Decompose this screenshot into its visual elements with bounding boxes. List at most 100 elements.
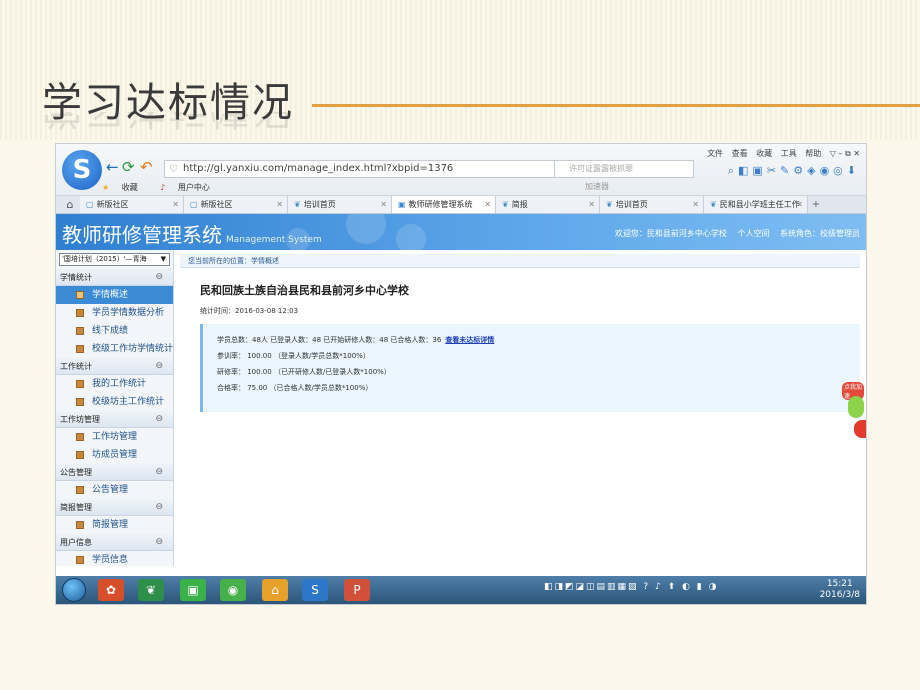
undo-icon[interactable]: ↶ [140, 158, 153, 176]
toolbar-icons[interactable]: ⌕◧▣✂✎⚙◈◉◎⬇ [728, 164, 860, 178]
close-icon[interactable]: ✕ [172, 196, 179, 213]
sidebar-item[interactable]: 公告管理 [56, 481, 173, 499]
tab-1[interactable]: ▢ 新版社区 ✕ [184, 196, 288, 213]
accelerator-label[interactable]: 加速器 [585, 179, 609, 195]
app-header: 教师研修管理系统 Management System 欢迎您：民和县前河乡中心学校… [56, 214, 866, 250]
clock-date: 2016/3/8 [819, 590, 860, 600]
sidebar-item[interactable]: 学员信息 [56, 551, 173, 566]
browser-menu: 文件 查看 收藏 工具 帮助 ▽ – ⧉ ✕ [701, 148, 860, 159]
sidebar-item[interactable]: 学员学情数据分析 [56, 304, 173, 322]
collapse-icon[interactable]: ⊖ [155, 269, 163, 286]
collapse-icon[interactable]: ⊖ [155, 534, 163, 551]
sidebar-item[interactable]: 校级工作坊学情统计 [56, 340, 173, 358]
menu-help[interactable]: 帮助 [805, 149, 821, 158]
system-tray-icons[interactable]: ◧◨◩◪◫▤▥▦▧ ? ♪ ⬆ ◐ ▮ ◑ [544, 582, 718, 592]
collapse-icon[interactable]: ⊖ [155, 464, 163, 481]
user-center-link[interactable]: ♪ 用户中心 [160, 183, 220, 192]
window-controls-icon[interactable]: ▽ – ⧉ ✕ [830, 149, 860, 158]
browser-toolbar: S ← ⟳ ↶ ♡ http://gl.yanxiu.com/manage_in… [56, 144, 866, 196]
user-info: 欢迎您：民和县前河乡中心学校 个人空间 系统角色：校级管理员 [607, 228, 860, 239]
personal-space-link[interactable]: 个人空间 [737, 229, 769, 238]
star-icon: ★ [102, 183, 110, 192]
sidebar-group[interactable]: 简报管理 ⊖ [56, 499, 173, 516]
favorites-link[interactable]: ★ 收藏 [102, 183, 148, 192]
speed-ball-icon [854, 420, 866, 438]
doc-icon [76, 398, 84, 406]
accelerator-widget[interactable]: 点我加速 [842, 382, 866, 442]
sidebar-item[interactable]: 线下成绩 [56, 322, 173, 340]
sidebar-item[interactable]: 简报管理 [56, 516, 173, 534]
tab-6[interactable]: ❦ 民和县小学班主任工作 ✕ [704, 196, 808, 213]
close-icon[interactable]: ✕ [380, 196, 387, 213]
clock[interactable]: 15:21 2016/3/8 [820, 579, 860, 601]
leaf-icon: ❦ [502, 200, 509, 209]
tab-3[interactable]: ▣ 教师研修管理系统 ✕ [392, 196, 496, 213]
shield-icon: ♡ [169, 164, 178, 175]
stat-time: 统计时间：2016-03-08 12:03 [200, 307, 299, 315]
sidebar-group[interactable]: 用户信息 ⊖ [56, 534, 173, 551]
sidebar-group[interactable]: 工作统计 ⊖ [56, 358, 173, 375]
clock-time: 15:21 [826, 579, 853, 589]
iqiyi-icon[interactable]: ▣ [180, 579, 206, 601]
doc-icon [76, 486, 84, 494]
doc-icon [76, 556, 84, 564]
close-icon[interactable]: ✕ [484, 196, 491, 213]
collapse-icon[interactable]: ⊖ [155, 411, 163, 428]
home-icon[interactable]: ⌂ [60, 196, 80, 213]
close-icon[interactable]: ✕ [692, 196, 699, 213]
leaf-icon: ❦ [606, 200, 613, 209]
browser-logo-icon[interactable]: S [62, 150, 102, 190]
close-icon[interactable]: ✕ [588, 196, 595, 213]
taskbar: ✿ ❦ ▣ ◉ ⌂ S P ◧◨◩◪◫▤▥▦▧ ? ♪ ⬆ ◐ ▮ ◑ 15:2… [56, 576, 866, 604]
url-text: http://gl.yanxiu.com/manage_index.html?x… [183, 163, 454, 174]
wifi-app-icon[interactable]: ◉ [220, 579, 246, 601]
slide-title-reflection: 学习达标情况 [42, 112, 294, 142]
new-tab-button[interactable]: + [808, 196, 824, 213]
tab-4[interactable]: ❦ 简报 ✕ [496, 196, 600, 213]
sidebar-item[interactable]: 我的工作统计 [56, 375, 173, 393]
caret-down-icon: ▼ [160, 255, 166, 263]
sidebar-group[interactable]: 公告管理 ⊖ [56, 464, 173, 481]
sidebar-group[interactable]: 学情统计 ⊖ [56, 269, 173, 286]
breadcrumb: 您当前所在的位置：学情概述 [180, 254, 860, 268]
study-rate-line: 研修率： 100.00 （已开研修人数/已登录人数*100%） [217, 368, 391, 376]
decor-bubble [346, 214, 386, 244]
menu-file[interactable]: 文件 [707, 149, 723, 158]
doc-icon [76, 309, 84, 317]
doc-icon [76, 345, 84, 353]
sidebar: '国培计划（2015）'—青海 ▼ 学情统计 ⊖ 学情概述 学员学情数据分析 线下成… [56, 250, 174, 566]
close-icon[interactable]: ✕ [796, 196, 803, 213]
tab-2[interactable]: ❦ 培训首页 ✕ [288, 196, 392, 213]
menu-favorites[interactable]: 收藏 [756, 149, 772, 158]
collapse-icon[interactable]: ⊖ [155, 358, 163, 375]
app-leaf-icon[interactable]: ❦ [138, 579, 164, 601]
refresh-icon[interactable]: ⟳ [122, 158, 135, 176]
sidebar-item[interactable]: 学情概述 [56, 286, 173, 304]
start-button[interactable] [62, 578, 86, 602]
sidebar-group[interactable]: 工作坊管理 ⊖ [56, 411, 173, 428]
app-colorful-icon[interactable]: ✿ [98, 579, 124, 601]
doc-icon [76, 433, 84, 441]
powerpoint-icon[interactable]: P [344, 579, 370, 601]
close-icon[interactable]: ✕ [276, 196, 283, 213]
leaf-icon: ❦ [710, 200, 717, 209]
tab-0[interactable]: ▢ 新版社区 ✕ [80, 196, 184, 213]
menu-view[interactable]: 查看 [732, 149, 748, 158]
search-input[interactable]: 许可证露露被抓罪 [554, 160, 694, 178]
collapse-icon[interactable]: ⊖ [155, 499, 163, 516]
school-name: 民和回族土族自治县民和县前河乡中心学校 [200, 284, 409, 297]
plan-select[interactable]: '国培计划（2015）'—青海 ▼ [59, 253, 170, 266]
page-icon: ▢ [190, 200, 198, 209]
sidebar-item[interactable]: 工作坊管理 [56, 428, 173, 446]
sidebar-item[interactable]: 坊成员管理 [56, 446, 173, 464]
home-app-icon[interactable]: ⌂ [262, 579, 288, 601]
tab-5[interactable]: ❦ 培训首页 ✕ [600, 196, 704, 213]
participation-line: 参训率： 100.00 （登录人数/学员总数*100%） [217, 352, 370, 360]
menu-tools[interactable]: 工具 [781, 149, 797, 158]
browser-app-icon[interactable]: S [302, 579, 328, 601]
back-icon[interactable]: ← [106, 158, 119, 176]
summary-line: 学员总数：48人 已登录人数：48 已开始研修人数：48 已合格人数：36 查看未… [217, 336, 495, 344]
detail-link[interactable]: 查看未达标详情 [445, 336, 494, 344]
sidebar-item[interactable]: 校级坊主工作统计 [56, 393, 173, 411]
title-underline [312, 104, 920, 107]
